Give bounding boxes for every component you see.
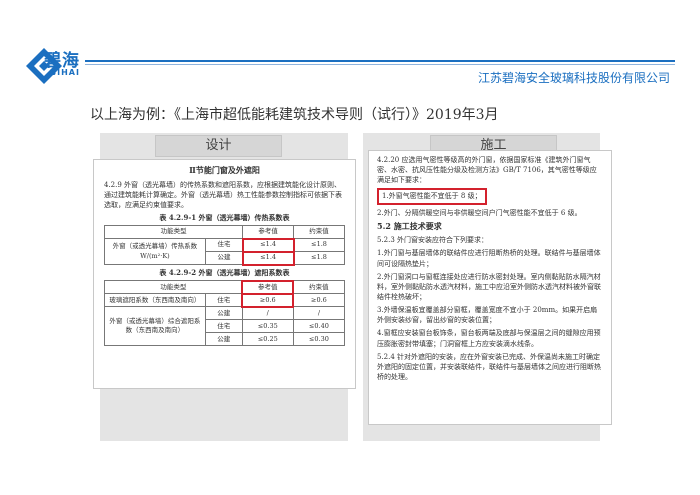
table-caption: 表 4.2.9-1 外窗（透光幕墙）传热系数表 [159,213,290,223]
shading-coefficient-table: 功能类型 参考值 约束值 玻璃遮阳系数（东西南及南向） 住宅 ≥0.6 ≥0.6… [104,279,346,347]
table-cell: 住宅 [204,319,243,334]
header-divider-thin [85,64,675,65]
table-header: 约束值 [293,225,345,240]
list-item: 4.窗框应安装窗台板饰条，窗台板两端及底部与保温层之间的缝隙应用预压膨胀密封带填… [377,329,601,348]
table-cell: 住宅 [204,293,243,308]
heat-transfer-table: 功能类型 参考值 约束值 外窗（或透光幕墙）传热系数 W/(m²·K) 住宅 ≤… [103,225,345,266]
design-label: 设计 [155,135,282,157]
table-cell: / [292,306,346,321]
table-row-label: 外窗（或透光幕墙）传热系数 W/(m²·K) [104,238,206,266]
row-label-line: 数（东西南及南向） [125,326,185,335]
highlighted-requirement: 1.外窗气密性能不宜低于 8 级； [377,188,487,205]
table-header-row: 功能类型 参考值 约束值 [103,225,345,240]
table-row: 外窗（或透光幕墙）传热系数 W/(m²·K) 住宅 ≤1.4 ≤1.8 [104,237,345,266]
table-row: 外窗（或透光幕墙）综合遮阳系 数（东西南及南向） 公建 / / [104,306,346,347]
highlighted-reference-value: ≥0.6 [241,292,295,308]
table-caption: 表 4.2.9-2 外窗（透光幕墙）遮阳系数表 [159,268,290,278]
row-label-line: 外窗（或透光幕墙）传热系数 [112,242,198,251]
table-cell: ≤0.25 [241,332,294,347]
table-cell: 公建 [204,332,243,347]
construction-document-excerpt: 4.2.20 应选用气密性等级高的外门窗，依据国家标准《建筑外门窗气密、水密、抗… [368,150,612,425]
table-cell: 公建 [204,251,244,266]
section-heading: Ⅱ节能门窗及外遮阳 [189,165,260,175]
table-header-row: 功能类型 参考值 约束值 [104,279,346,295]
logo-english-text: BIHAI [50,68,80,77]
page-title: 以上海为例：《上海市超低能耗建筑技术导则（试行）》2019年3月 [90,107,499,123]
table-cell: ≤0.35 [241,319,294,334]
table-cell: ≤0.30 [292,332,346,347]
table-cell: 住宅 [204,238,244,253]
row-label-line: 外窗（或透光幕墙）综合遮阳系 [109,316,201,325]
list-item: 3.外墙保温板宜覆盖部分窗框，覆盖宽度不宜小于 20mm。如果开启扇外侧安装纱窗… [377,306,598,325]
table-row-label: 外窗（或透光幕墙）综合遮阳系 数（东西南及南向） [104,306,206,347]
table-cell: ≤1.8 [293,238,345,253]
highlighted-reference-value: ≤1.4 [241,250,295,266]
header-divider [85,60,675,62]
design-document-excerpt: Ⅱ节能门窗及外遮阳 4.2.9 外窗（透光幕墙）的传热系数和遮阳系数，应根据建筑… [93,159,356,389]
table-cell: 公建 [204,306,243,321]
list-item: 1.外门窗与基层墙体的联结件应进行阻断热桥的处理。联结件与基层墙体间可设隔热垫片… [377,249,601,268]
table-cell: ≥0.6 [292,293,346,308]
list-item: 2.外门窗洞口与窗框连接处应进行防水密封处理。室内侧黏贴防水隔汽材料，室外侧黏贴… [377,272,601,301]
row-label-unit: W/(m²·K) [140,251,170,260]
company-name: 江苏碧海安全玻璃科技股份有限公司 [477,71,670,85]
table-cell: ≤1.8 [293,251,345,266]
table-header: 功能类型 [103,225,244,240]
clause-paragraph: 4.2.20 应选用气密性等级高的外门窗，依据国家标准《建筑外门窗气密、水密、抗… [377,156,597,185]
table-cell: / [241,306,294,321]
table-row: 玻璃遮阳系数（东西南及南向） 住宅 ≥0.6 ≥0.6 [104,292,346,308]
highlighted-reference-value: ≤1.4 [241,237,295,253]
table-header: 约束值 [292,280,346,295]
clause-paragraph: 5.2.3 外门窗安装应符合下列要求： [377,236,489,245]
clause-paragraph: 2.外门、分隔供暖空间与非供暖空间户门气密性能不宜低于 6 级。 [377,208,582,217]
table-header: 功能类型 [104,280,243,295]
table-cell: ≤0.40 [292,319,346,334]
clause-paragraph: 4.2.9 外窗（透光幕墙）的传热系数和遮阳系数，应根据建筑能化设计原则、通过建… [104,180,342,209]
section-heading: 5.2 施工技术要求 [377,220,442,231]
highlighted-table-header: 参考值 [241,279,295,295]
table-row-label: 玻璃遮阳系数（东西南及南向） [104,293,206,308]
table-header: 参考值 [242,225,295,240]
clause-paragraph: 5.2.4 针对外遮阳的安装，应在外窗安装已完成、外保温尚未施工时确定外遮阳的固… [377,352,601,381]
